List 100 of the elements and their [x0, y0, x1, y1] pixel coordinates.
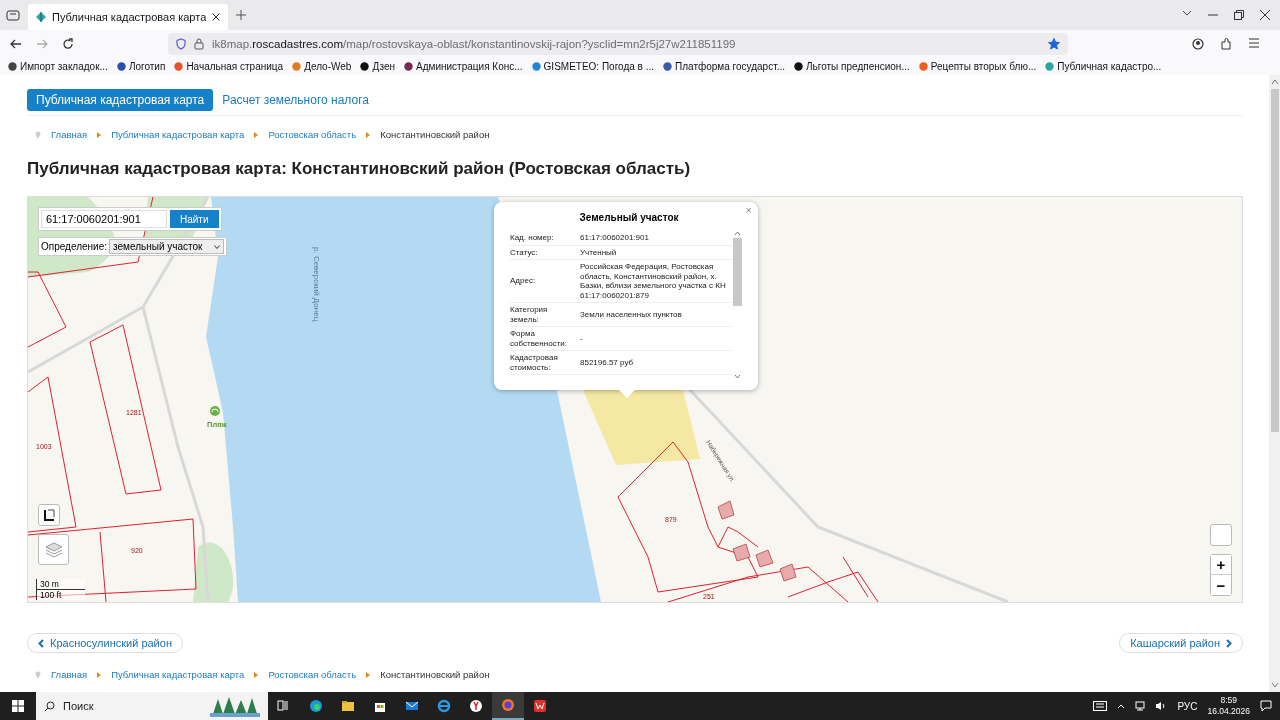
bookmark-item[interactable]: Логотип	[116, 60, 166, 72]
chevron-left-icon	[38, 638, 44, 648]
breadcrumb-link[interactable]: Ростовская область	[268, 669, 357, 680]
search-icon	[44, 700, 55, 712]
firefox-icon[interactable]	[501, 698, 515, 712]
popup-scrollbar-thumb[interactable]	[732, 238, 742, 306]
edge-browser-icon[interactable]	[309, 699, 323, 713]
system-clock[interactable]: 8:59 16.04.2026	[1207, 695, 1250, 717]
menu-icon[interactable]	[1248, 37, 1260, 48]
breadcrumb-current: Константиновский район	[380, 669, 490, 680]
caret-icon	[214, 244, 221, 249]
folder-icon[interactable]	[341, 699, 355, 713]
bookmark-item[interactable]: GISMETEO: Погода в ...	[531, 60, 655, 72]
yandex-browser-icon[interactable]	[469, 699, 483, 713]
browser-tab[interactable]: Публичная кадастровая карта	[28, 4, 228, 30]
popup-close-button[interactable]: ×	[745, 204, 752, 216]
field-label: Адрес:	[510, 259, 580, 303]
task-view-icon[interactable]	[277, 699, 291, 713]
chevron-right-icon	[1226, 638, 1232, 648]
next-district-link[interactable]: Кашарский район	[1119, 633, 1243, 653]
office-app-icon[interactable]	[533, 699, 547, 713]
bookmark-item[interactable]: Рецепты вторых блю...	[918, 60, 1037, 72]
cadastral-number-field[interactable]: 61:17:0060201:901	[41, 210, 167, 228]
extensions-icon[interactable]	[1220, 37, 1232, 50]
site-tab[interactable]: Публичная кадастровая карта	[27, 89, 214, 111]
location-pin-icon	[35, 670, 41, 679]
reload-icon[interactable]	[62, 37, 74, 50]
url-text: ik8map.roscadastres.com/map/rostovskaya-oblast/konstantinovskij-rajon?ysclid=mn2r5j27w211851199	[212, 37, 737, 50]
breadcrumb-link[interactable]: Главная	[51, 129, 88, 140]
tab-close-icon[interactable]	[212, 13, 220, 21]
page-title: Публичная кадастровая карта: Константиновский район (Ростовская область)	[27, 159, 692, 179]
crumb-arrow-icon	[97, 131, 102, 138]
zoom-in-button[interactable]: +	[1211, 555, 1231, 575]
input-language[interactable]: РУС	[1177, 700, 1198, 712]
shield-icon	[176, 37, 186, 50]
bookmark-item[interactable]: Администрация Конс...	[404, 60, 523, 72]
scroll-down-icon[interactable]	[733, 374, 741, 379]
field-value: Земли населенных пунктов	[580, 302, 732, 327]
field-value: -	[580, 326, 732, 351]
keyboard-icon[interactable]	[1093, 701, 1108, 711]
bookmark-item[interactable]: Дело-Web	[292, 60, 352, 72]
breadcrumb-link[interactable]: Главная	[51, 669, 88, 680]
bookmark-item[interactable]: Импорт закладок...	[8, 60, 108, 72]
restore-icon[interactable]	[1234, 10, 1244, 20]
river-label: р. Северский Донец	[312, 247, 321, 322]
crumb-arrow-icon	[366, 671, 371, 678]
previous-district-link[interactable]: Красносулинский район	[27, 633, 183, 653]
close-icon[interactable]	[1260, 10, 1270, 20]
bookmark-item[interactable]: Начальная страница	[174, 60, 284, 72]
taskbar-search-field[interactable]: Поиск	[36, 692, 268, 720]
scroll-up-icon[interactable]	[733, 231, 741, 236]
address-bar[interactable]: ik8map.roscadastres.com/map/rostovskaya-oblast/konstantinovskij-rajon?ysclid=mn2r5j27w211851199	[168, 32, 1068, 55]
site-favicon-icon	[36, 12, 46, 22]
field-value: 852196.57 руб	[580, 350, 732, 375]
definition-dropdown[interactable]: земельный участок	[109, 239, 225, 254]
bookmark-item[interactable]: Льготы предпенсион...	[794, 60, 910, 72]
field-label: Кадастровая стоимость:	[510, 350, 580, 375]
lock-icon	[194, 37, 204, 50]
breadcrumb-link[interactable]: Ростовская область	[268, 129, 357, 140]
field-label: Статус:	[510, 245, 580, 260]
scroll-down-icon[interactable]	[1270, 682, 1279, 688]
crumb-arrow-icon	[254, 131, 259, 138]
scale-label: 100 ft	[36, 590, 85, 600]
windows-logo-icon	[12, 700, 24, 712]
field-value: Российская Федерация, Ростовская область, Константиновский район, х. Базки, вблизи земельного участка с КН 61:17:0060201:879	[580, 259, 732, 303]
field-value: 61:17:0060201:901	[580, 231, 732, 245]
back-icon[interactable]	[10, 38, 22, 49]
crumb-arrow-icon	[366, 131, 371, 138]
dropdown-caret-icon[interactable]	[1182, 10, 1192, 16]
bookmark-star-icon[interactable]	[1048, 37, 1060, 50]
scale-label: 30 m	[36, 579, 85, 590]
notifications-icon[interactable]	[1260, 700, 1272, 712]
site-tab[interactable]: Расчет земельного налога	[213, 89, 378, 111]
beach-icon	[210, 406, 220, 416]
find-button[interactable]: Найти	[170, 210, 219, 228]
account-icon[interactable]	[1192, 37, 1204, 50]
scroll-up-icon[interactable]	[1270, 79, 1279, 85]
network-icon[interactable]	[1135, 701, 1146, 711]
crumb-arrow-icon	[254, 671, 259, 678]
corner-frame-icon	[43, 509, 55, 521]
internet-explorer-icon[interactable]	[437, 699, 451, 713]
map-tool-button[interactable]	[38, 504, 60, 526]
new-tab-icon[interactable]	[236, 10, 246, 20]
field-label: Форма собственности:	[510, 326, 580, 351]
forest-drawing	[210, 695, 260, 717]
field-label: Категория земель:	[510, 302, 580, 327]
bookmark-item[interactable]: Публичная кадастро...	[1045, 60, 1162, 72]
caret-up-icon[interactable]	[1117, 703, 1126, 709]
breadcrumb-link[interactable]: Публичная кадастровая карта	[111, 129, 245, 140]
bookmark-item[interactable]: Дзен	[360, 60, 396, 72]
crumb-arrow-icon	[97, 671, 102, 678]
definition-label: Определение:	[41, 241, 107, 252]
mail-icon[interactable]	[405, 699, 419, 713]
field-value: Учтенный	[580, 245, 732, 260]
scrollbar-thumb[interactable]	[1270, 89, 1279, 432]
breadcrumb-link[interactable]: Публичная кадастровая карта	[111, 669, 245, 680]
tab-overview-icon[interactable]	[6, 9, 20, 21]
tab-title: Публичная кадастровая карта	[52, 11, 206, 23]
layers-icon	[44, 541, 63, 558]
bookmark-item[interactable]: Платформа государст...	[663, 60, 785, 72]
